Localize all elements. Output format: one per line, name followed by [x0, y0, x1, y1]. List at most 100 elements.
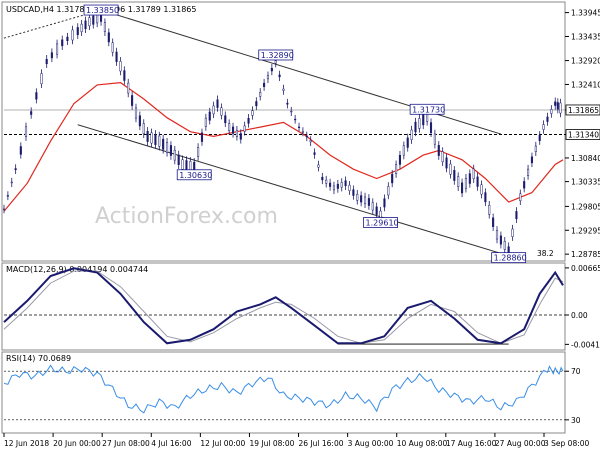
rsi-axis-label: 30	[571, 416, 581, 425]
candle-body	[313, 152, 316, 155]
price-label-text: 1.28860	[494, 254, 527, 263]
candle-body	[134, 107, 138, 119]
candle-body	[387, 186, 390, 196]
price-axis-label: 1.30335	[571, 178, 600, 187]
candle-body	[76, 27, 79, 35]
candle-body	[177, 154, 180, 165]
macd-axis-label: 0.006651	[571, 264, 600, 273]
candle-body	[437, 145, 440, 156]
candle-body	[247, 117, 250, 124]
candle-body	[305, 135, 308, 138]
candle-body	[461, 182, 464, 194]
candle-body	[24, 126, 28, 137]
candle-body	[30, 111, 33, 115]
candle-body	[255, 101, 258, 107]
candle-body	[410, 129, 413, 140]
candle-body	[263, 82, 266, 87]
candle-body	[19, 146, 22, 155]
price-axis-label: 1.33945	[571, 9, 600, 18]
candle-body	[111, 42, 114, 53]
x-axis-label: 27 Jun 08:00	[102, 439, 150, 448]
candle-body	[61, 39, 64, 47]
x-axis-label: 27 Aug 00:00	[495, 439, 546, 448]
candle-body	[352, 189, 355, 196]
x-axis-label: 19 Jul 08:00	[249, 439, 294, 448]
candle-body	[119, 61, 122, 72]
candle-body	[146, 131, 149, 142]
candle-body	[554, 101, 557, 106]
last-price-text: 1.31865	[568, 106, 599, 115]
candle-body	[239, 133, 242, 140]
candle-body	[50, 52, 53, 59]
candle-body	[414, 121, 417, 133]
candle-body	[309, 140, 312, 143]
candle-body	[123, 70, 126, 81]
rsi-axis-label: 70	[571, 367, 581, 376]
candle-body	[391, 173, 394, 184]
watermark: ActionForex.com	[95, 204, 278, 229]
candle-body	[14, 168, 17, 171]
candle-body	[550, 109, 553, 114]
rsi-title: RSI(14) 70.0689	[6, 354, 71, 363]
candle-body	[6, 195, 9, 197]
candle-body	[84, 20, 87, 30]
x-axis-label: 17 Aug 16:00	[446, 439, 497, 448]
candle-body	[290, 110, 293, 113]
candle-body	[96, 14, 99, 24]
price-label-text: 1.32890	[261, 51, 294, 60]
candle-body	[360, 195, 363, 203]
usdcad-chart: ActionForex.com USDCAD,H4 1.31789 1.3189…	[0, 0, 600, 450]
candle-body	[488, 204, 491, 215]
candle-body	[398, 154, 402, 165]
candle-body	[395, 164, 398, 174]
price-label-text: 1.31730	[412, 105, 445, 114]
candle-body	[538, 135, 541, 141]
candle-body	[445, 157, 448, 169]
candle-body	[266, 75, 270, 80]
x-axis-label: 26 Jul 16:00	[299, 439, 344, 448]
candle-body	[282, 88, 285, 91]
candle-body	[185, 160, 188, 171]
candle-body	[259, 92, 262, 97]
candle-body	[340, 182, 343, 188]
candle-body	[492, 217, 495, 227]
candle-body	[317, 164, 320, 168]
candle-body	[429, 122, 433, 134]
candle-body	[150, 132, 153, 144]
candle-body	[348, 184, 351, 191]
candle-body	[406, 137, 409, 148]
candle-body	[542, 124, 545, 130]
candle-body	[402, 145, 405, 156]
candle-body	[499, 235, 502, 245]
candle-body	[2, 208, 6, 211]
price-axis-label: 1.33435	[571, 32, 600, 41]
candle-body	[56, 43, 59, 55]
candle-body	[228, 123, 231, 131]
candle-body	[243, 125, 246, 132]
price-label-text: 1.33850	[86, 6, 119, 15]
candle-body	[321, 176, 324, 181]
macd-axis-label: 0.00	[571, 311, 588, 320]
candle-body	[200, 132, 204, 142]
candle-body	[40, 73, 43, 85]
candle-body	[534, 145, 537, 152]
candle-body	[208, 111, 211, 121]
candle-body	[274, 60, 277, 64]
candle-body	[422, 114, 425, 126]
x-axis-label: 20 Jun 00:00	[53, 439, 101, 448]
candle-body	[294, 118, 297, 121]
price-axis-label: 1.32920	[571, 57, 600, 66]
candle-body	[71, 29, 74, 41]
candle-body	[559, 102, 562, 114]
candle-body	[189, 161, 192, 172]
candle-body	[433, 133, 436, 145]
candle-body	[530, 156, 533, 164]
candle-body	[519, 193, 522, 202]
candle-body	[375, 206, 378, 215]
candle-body	[131, 95, 134, 106]
candle-body	[158, 135, 161, 147]
candle-body	[224, 115, 227, 124]
candle-body	[556, 102, 559, 110]
candle-body	[546, 116, 549, 122]
candle-body	[142, 123, 145, 134]
